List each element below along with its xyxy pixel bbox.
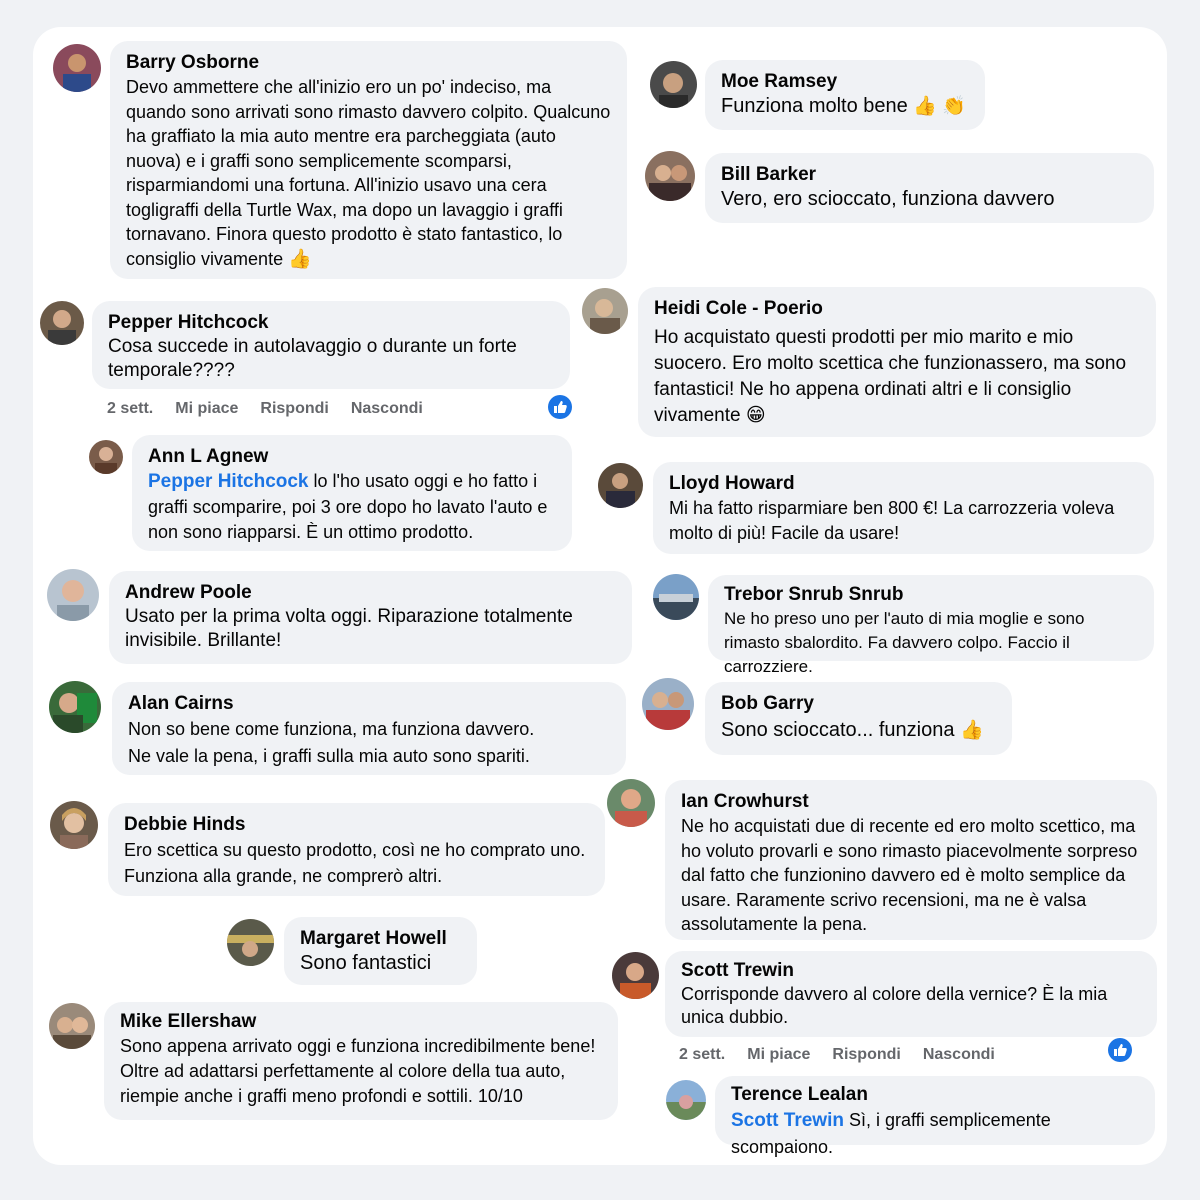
avatar[interactable]	[50, 801, 98, 849]
avatar[interactable]	[645, 151, 695, 201]
comment-text: Ne ho acquistati due di recente ed ero m…	[681, 816, 1138, 934]
commenter-name[interactable]: Ian Crowhurst	[681, 790, 1141, 814]
commenter-name[interactable]: Scott Trewin	[681, 959, 1141, 983]
avatar[interactable]	[612, 952, 659, 999]
comment-actions: 2 sett. Mi piace Rispondi Nascondi	[679, 1046, 995, 1064]
like-reaction-icon[interactable]	[1108, 1038, 1132, 1062]
comment-bubble: Scott Trewin Corrisponde davvero al colo…	[665, 951, 1157, 1037]
comment-text: Non so bene come funziona, ma funziona d…	[128, 719, 535, 766]
comment-actions: 2 sett. Mi piace Rispondi Nascondi	[107, 400, 423, 418]
avatar[interactable]	[47, 569, 99, 621]
avatar[interactable]	[49, 1003, 95, 1049]
avatar[interactable]	[607, 779, 655, 827]
commenter-name[interactable]: Mike Ellershaw	[120, 1010, 602, 1034]
commenter-name[interactable]: Alan Cairns	[128, 692, 610, 716]
avatar[interactable]	[653, 574, 699, 620]
commenter-name[interactable]: Bob Garry	[721, 692, 996, 716]
hide-button[interactable]: Nascondi	[923, 1046, 995, 1064]
comment-text: Cosa succede in autolavaggio o durante u…	[108, 336, 517, 381]
comment-bubble: Margaret Howell Sono fantastici	[284, 917, 477, 985]
avatar[interactable]	[89, 440, 123, 474]
commenter-name[interactable]: Lloyd Howard	[669, 472, 1138, 496]
comment-bubble: Ann L Agnew Pepper Hitchcock lo l'ho usa…	[132, 435, 572, 551]
commenter-name[interactable]: Barry Osborne	[126, 51, 611, 75]
commenter-name[interactable]: Moe Ramsey	[721, 70, 969, 94]
like-button[interactable]: Mi piace	[175, 400, 238, 418]
comment-bubble: Debbie Hinds Ero scettica su questo prod…	[108, 803, 605, 896]
commenter-name[interactable]: Debbie Hinds	[124, 813, 589, 837]
comment-bubble: Terence Lealan Scott Trewin Sì, i graffi…	[715, 1076, 1155, 1157]
comment-bubble: Ian Crowhurst Ne ho acquistati due di re…	[665, 780, 1157, 940]
commenter-name[interactable]: Margaret Howell	[300, 927, 461, 951]
grinning-face-icon: 😁	[745, 405, 766, 426]
comment-text: Corrisponde davvero al colore della vern…	[681, 984, 1108, 1027]
mention-link[interactable]: Pepper Hitchcock	[148, 471, 309, 492]
commenter-name[interactable]: Terence Lealan	[731, 1083, 1139, 1107]
commenter-name[interactable]: Pepper Hitchcock	[108, 311, 554, 335]
comment-text: Sono appena arrivato oggi e funziona inc…	[120, 1036, 596, 1106]
comment-text: Ero scettica su questo prodotto, così ne…	[124, 840, 586, 886]
timestamp[interactable]: 2 sett.	[107, 400, 153, 418]
comment-text: Sono scioccato... funziona 👍	[721, 719, 984, 741]
hide-button[interactable]: Nascondi	[351, 400, 423, 418]
commenter-name[interactable]: Andrew Poole	[125, 581, 616, 605]
comment-bubble: Barry Osborne Devo ammettere che all'ini…	[110, 41, 627, 279]
comment-text: Vero, ero scioccato, funziona davvero	[721, 188, 1055, 210]
comment-bubble: Pepper Hitchcock Cosa succede in autolav…	[92, 301, 570, 389]
reply-button[interactable]: Rispondi	[832, 1046, 900, 1064]
avatar[interactable]	[650, 61, 697, 108]
comment-bubble: Mike Ellershaw Sono appena arrivato oggi…	[104, 1002, 618, 1120]
comment-bubble: Heidi Cole - Poerio Ho acquistato questi…	[638, 287, 1156, 437]
comment-text: Ne ho preso uno per l'auto di mia moglie…	[724, 609, 1085, 676]
avatar[interactable]	[227, 919, 274, 966]
commenter-name[interactable]: Ann L Agnew	[148, 445, 556, 469]
mention-link[interactable]: Scott Trewin	[731, 1110, 844, 1131]
thumbs-up-icon: 👍	[288, 248, 312, 270]
timestamp[interactable]: 2 sett.	[679, 1046, 725, 1064]
comment-text: Scott Trewin Sì, i graffi semplicemente …	[731, 1110, 1051, 1157]
comment-bubble: Alan Cairns Non so bene come funziona, m…	[112, 682, 626, 775]
comment-bubble: Lloyd Howard Mi ha fatto risparmiare ben…	[653, 462, 1154, 554]
comment-bubble: Bob Garry Sono scioccato... funziona 👍	[705, 682, 1012, 755]
commenter-name[interactable]: Trebor Snrub Snrub	[724, 583, 1138, 607]
thumbs-up-icon: 👍	[960, 720, 984, 741]
like-reaction-icon[interactable]	[548, 395, 572, 419]
comment-text: Ho acquistato questi prodotti per mio ma…	[654, 327, 1127, 426]
comment-text: Funziona molto bene 👍 👏	[721, 95, 966, 117]
comment-text: Devo ammettere che all'inizio ero un po'…	[126, 77, 611, 270]
comment-text: Mi ha fatto risparmiare ben 800 €! La ca…	[669, 498, 1115, 543]
avatar[interactable]	[40, 301, 84, 345]
avatar[interactable]	[598, 463, 643, 508]
avatar[interactable]	[666, 1080, 706, 1120]
avatar[interactable]	[49, 681, 101, 733]
reply-button[interactable]: Rispondi	[260, 400, 328, 418]
avatar[interactable]	[582, 288, 628, 334]
comment-text: Sono fantastici	[300, 952, 432, 974]
avatar[interactable]	[642, 678, 694, 730]
comment-bubble: Andrew Poole Usato per la prima volta og…	[109, 571, 632, 664]
avatar[interactable]	[53, 44, 101, 92]
thumbs-up-clap-icon: 👍 👏	[913, 96, 966, 117]
comment-bubble: Trebor Snrub Snrub Ne ho preso uno per l…	[708, 575, 1154, 676]
commenter-name[interactable]: Bill Barker	[721, 163, 1138, 187]
comment-text: Pepper Hitchcock lo l'ho usato oggi e ho…	[148, 471, 548, 542]
like-button[interactable]: Mi piace	[747, 1046, 810, 1064]
comment-bubble: Bill Barker Vero, ero scioccato, funzion…	[705, 153, 1154, 223]
comment-bubble: Moe Ramsey Funziona molto bene 👍 👏	[705, 60, 985, 130]
comment-text: Usato per la prima volta oggi. Riparazio…	[125, 606, 573, 651]
commenter-name[interactable]: Heidi Cole - Poerio	[654, 297, 1140, 321]
